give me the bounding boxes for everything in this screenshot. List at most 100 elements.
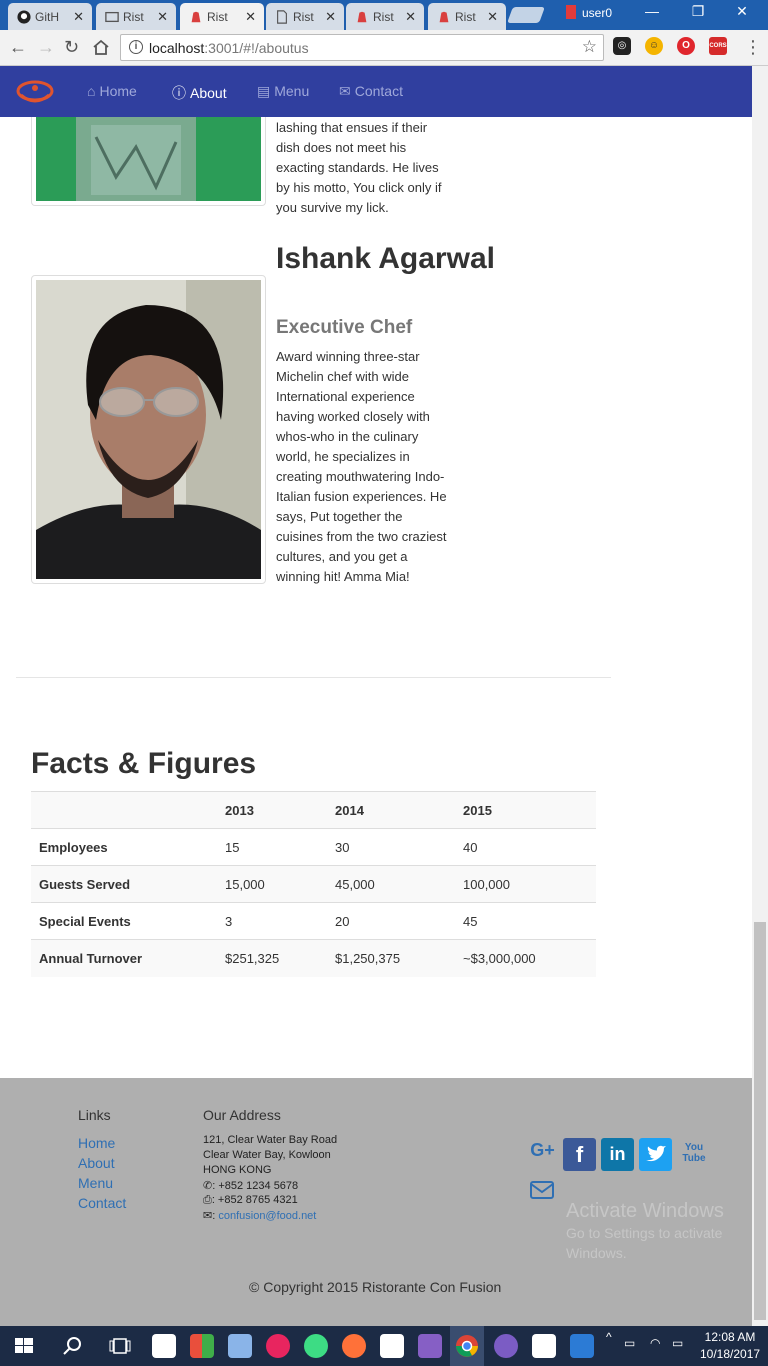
footer-link-about[interactable]: About: [78, 1155, 115, 1171]
cors-extension-icon[interactable]: CORS: [709, 37, 727, 55]
linkedin-icon[interactable]: in: [601, 1138, 634, 1171]
table-cell: 3: [225, 902, 335, 940]
table-row: Employees 15 30 40: [31, 828, 596, 866]
facebook-icon[interactable]: f: [563, 1138, 596, 1171]
nav-about[interactable]: ⓘ About: [172, 83, 227, 103]
snipping-tool-icon[interactable]: [532, 1334, 556, 1358]
table-header: 2015: [463, 791, 596, 829]
flickr-app-icon[interactable]: [266, 1334, 290, 1358]
table-row: Guests Served 15,000 45,000 100,000: [31, 865, 596, 903]
browser-toolbar: ← → ↻ i localhost:3001/#!/aboutus ☆ ◎ ☺ …: [0, 30, 768, 66]
close-icon[interactable]: ✕: [325, 9, 336, 25]
close-icon[interactable]: ✕: [245, 9, 256, 25]
emoji-extension-icon[interactable]: ☺: [645, 37, 663, 55]
footer-link-contact[interactable]: Contact: [78, 1195, 126, 1211]
browser-tab-ristorante-active[interactable]: Rist ✕: [180, 3, 264, 30]
tab-label: GitH: [35, 10, 59, 24]
notification-icon[interactable]: ▭: [624, 1336, 635, 1350]
close-icon[interactable]: ✕: [487, 9, 498, 25]
new-tab-button[interactable]: [507, 7, 545, 23]
email-link[interactable]: confusion@food.net: [218, 1210, 316, 1222]
scrollbar-thumb[interactable]: [754, 922, 766, 1320]
search-icon[interactable]: [61, 1334, 85, 1358]
close-icon[interactable]: ✕: [405, 9, 416, 25]
battery-icon[interactable]: ▭: [672, 1336, 683, 1350]
restaurant-logo[interactable]: [15, 79, 55, 107]
close-window-button[interactable]: ✕: [722, 3, 762, 20]
twitter-icon[interactable]: [639, 1138, 672, 1171]
browser-tab-ristorante-1[interactable]: Rist ✕: [96, 3, 176, 30]
close-icon[interactable]: ✕: [73, 9, 84, 25]
office-app-icon[interactable]: [190, 1334, 214, 1358]
table-header: 2014: [335, 791, 463, 829]
browser-tab-ristorante-2[interactable]: Rist ✕: [266, 3, 344, 30]
nav-home[interactable]: ⌂ Home: [87, 83, 137, 99]
profile-name: user0: [582, 6, 613, 20]
nav-contact[interactable]: ✉ Contact: [339, 83, 403, 100]
home-button-icon[interactable]: [92, 39, 110, 56]
chevron-up-icon[interactable]: ^: [606, 1330, 612, 1344]
envelope-icon: ✉: [203, 1210, 213, 1222]
editor-app-icon[interactable]: [380, 1334, 404, 1358]
footer-link-menu[interactable]: Menu: [78, 1175, 113, 1191]
address-bar[interactable]: i localhost:3001/#!/aboutus ☆: [120, 34, 604, 61]
wifi-icon[interactable]: ◠: [650, 1336, 660, 1350]
ristorante-icon: [357, 11, 367, 23]
nav-menu[interactable]: ▤ Menu: [257, 83, 309, 100]
reload-icon[interactable]: ↻: [64, 37, 79, 58]
firefox-icon[interactable]: [342, 1334, 366, 1358]
mail-icon[interactable]: [529, 1180, 555, 1202]
restore-button[interactable]: ❐: [678, 3, 718, 20]
remote-app-icon[interactable]: [570, 1334, 594, 1358]
browser-tab-ristorante-4[interactable]: Rist ✕: [428, 3, 506, 30]
visual-studio-icon[interactable]: [418, 1334, 442, 1358]
chef-photo-image: [36, 280, 261, 579]
site-footer: Links Home About Menu Contact Our Addres…: [0, 1078, 752, 1326]
chef-photo: [31, 275, 266, 584]
phone-number: : +852 1234 5678: [212, 1180, 299, 1192]
opera-extension-icon[interactable]: O: [677, 37, 695, 55]
camera-app-icon[interactable]: [152, 1334, 176, 1358]
back-icon[interactable]: ←: [9, 37, 27, 58]
minimize-button[interactable]: —: [632, 3, 672, 19]
forward-icon[interactable]: →: [37, 37, 55, 58]
chrome-taskbar-active[interactable]: [450, 1326, 484, 1366]
table-cell: $1,250,375: [335, 939, 463, 977]
email-line: ✉: confusion@food.net: [203, 1210, 317, 1222]
nav-home-label: Home: [99, 83, 137, 99]
browser-tab-ristorante-3[interactable]: Rist ✕: [346, 3, 424, 30]
row-label: Annual Turnover: [31, 939, 225, 977]
activate-subtitle: Go to Settings to activate Windows.: [566, 1225, 723, 1261]
android-studio-icon[interactable]: [304, 1334, 328, 1358]
row-label: Employees: [31, 828, 225, 866]
bookmark-star-icon[interactable]: ☆: [582, 37, 597, 57]
box-app-icon[interactable]: [228, 1334, 252, 1358]
google-plus-icon[interactable]: G+: [526, 1140, 559, 1173]
menu-kebab-icon[interactable]: ⋮: [744, 37, 762, 58]
footer-link-home[interactable]: Home: [78, 1135, 115, 1151]
youtube-icon[interactable]: You Tube: [680, 1142, 708, 1175]
address-line: HONG KONG: [203, 1164, 272, 1176]
chef-bio-previous: lashing that ensues if their dish does n…: [276, 120, 442, 215]
windows-start-icon[interactable]: [12, 1334, 36, 1358]
phone-icon: ✆: [203, 1180, 213, 1192]
task-view-icon[interactable]: [108, 1334, 132, 1358]
browser-tab-github[interactable]: GitH ✕: [8, 3, 92, 30]
tab-label: Rist: [207, 10, 228, 24]
profile-button[interactable]: user0: [566, 5, 612, 20]
app-icon[interactable]: [494, 1334, 518, 1358]
table-cell: 30: [335, 828, 463, 866]
table-cell: $251,325: [225, 939, 335, 977]
chef-photo-previous: [31, 117, 266, 206]
close-icon[interactable]: ✕: [157, 9, 168, 25]
tab-label: Rist: [123, 10, 144, 24]
table-cell: 15: [225, 828, 335, 866]
extension-icon[interactable]: ◎: [613, 37, 631, 55]
table-cell: 20: [335, 902, 463, 940]
nav-about-label: About: [190, 85, 227, 101]
taskbar-clock[interactable]: 12:08 AM 10/18/2017: [700, 1329, 760, 1363]
site-info-icon[interactable]: i: [129, 40, 143, 54]
clock-date: 10/18/2017: [700, 1347, 761, 1361]
copyright: © Copyright 2015 Ristorante Con Fusion: [249, 1279, 502, 1295]
envelope-icon: ✉: [339, 83, 351, 99]
